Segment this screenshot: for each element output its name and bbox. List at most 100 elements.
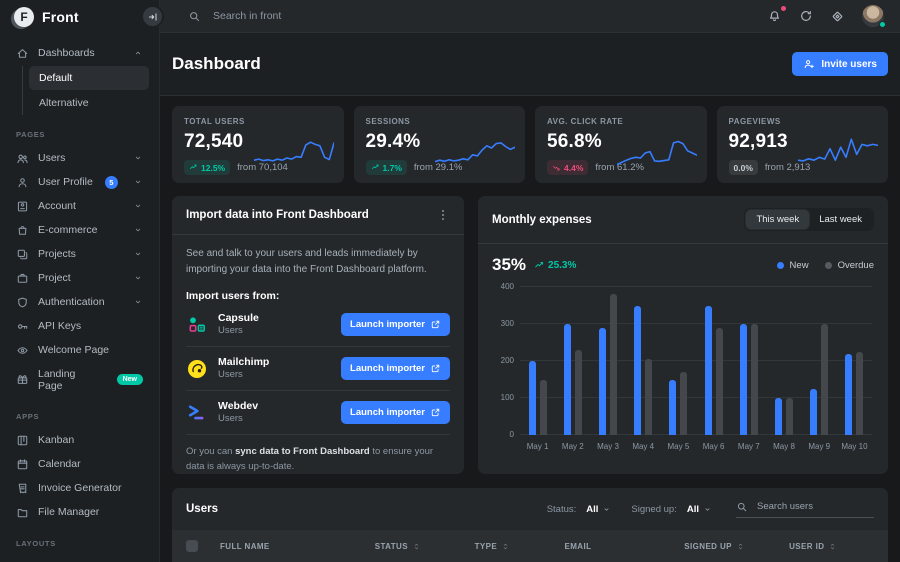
collapse-sidebar-icon — [147, 11, 159, 23]
column-header-status[interactable]: STATUS — [375, 542, 475, 551]
stat-card-sessions[interactable]: SESSIONS 29.4% 1.7% from 29.1% — [354, 106, 526, 183]
capsule-logo — [186, 314, 208, 336]
sidebar-item-label: Dashboards — [38, 47, 95, 59]
sidebar-item-landing-page[interactable]: Landing Page New — [10, 362, 149, 397]
webdev-logo — [186, 402, 208, 424]
chevron-down-icon — [703, 505, 712, 514]
sidebar-item-api-keys[interactable]: API Keys — [10, 314, 149, 338]
column-header-type[interactable]: TYPE — [475, 542, 565, 551]
receipt-icon — [16, 482, 29, 495]
column-header-full-name: FULL NAME — [220, 542, 375, 551]
sidebar-submenu: DefaultAlternative — [22, 66, 149, 115]
column-label: TYPE — [475, 542, 498, 551]
toggle-this-week[interactable]: This week — [746, 210, 809, 229]
users-table-card: Users Status: All Signed up: All — [172, 488, 888, 562]
legend-item-overdue[interactable]: Overdue — [825, 260, 874, 271]
legend-dot-icon — [825, 262, 832, 269]
sidebar-item-label: Welcome Page — [38, 344, 109, 356]
x-axis-label: May 6 — [696, 442, 731, 451]
status-filter-dropdown[interactable]: All — [584, 504, 613, 515]
bell-icon — [767, 9, 782, 24]
invite-users-button[interactable]: Invite users — [792, 52, 888, 76]
sidebar-item-layouts[interactable]: Layouts — [10, 555, 149, 562]
sidebar-item-label: File Manager — [38, 506, 99, 518]
launch-importer-button-capsule[interactable]: Launch importer — [341, 313, 450, 336]
sidebar-item-account[interactable]: Account — [10, 194, 149, 218]
import-description: See and talk to your users and leads imm… — [186, 246, 450, 277]
apps-launcher-button[interactable] — [830, 9, 845, 24]
import-footer: Or you can sync data to Front Dashboard … — [186, 435, 450, 474]
column-header-user-id[interactable]: USER ID — [789, 542, 874, 551]
global-search[interactable] — [188, 9, 767, 23]
stat-card-pageviews[interactable]: PAGEVIEWS 92,913 0.0% from 2,913 — [717, 106, 889, 183]
gift-icon — [16, 373, 29, 386]
chevron-down-icon — [133, 273, 143, 283]
toggle-last-week[interactable]: Last week — [809, 210, 872, 229]
brand-logo[interactable]: F Front — [0, 0, 159, 33]
search-icon — [736, 501, 748, 513]
sidebar-item-project[interactable]: Project — [10, 266, 149, 290]
user-avatar[interactable] — [862, 5, 884, 27]
x-axis-label: May 10 — [837, 442, 872, 451]
briefcase-icon — [16, 272, 29, 285]
activity-refresh-button[interactable] — [799, 9, 813, 23]
user-icon — [16, 176, 29, 189]
bar-group-may-1 — [529, 287, 547, 435]
sort-icon — [736, 542, 745, 551]
sidebar-item-file-manager[interactable]: File Manager — [10, 500, 149, 524]
folder-icon — [16, 506, 29, 519]
sidebar-item-label: E-commerce — [38, 224, 98, 236]
sidebar-item-welcome-page[interactable]: Welcome Page — [10, 338, 149, 362]
legend-dot-icon — [777, 262, 784, 269]
global-search-input[interactable] — [211, 9, 411, 23]
launch-importer-button-mailchimp[interactable]: Launch importer — [341, 357, 450, 380]
sidebar-item-calendar[interactable]: Calendar — [10, 452, 149, 476]
y-axis-tick: 100 — [494, 393, 514, 402]
sort-icon — [828, 542, 837, 551]
sidebar-item-kanban[interactable]: Kanban — [10, 428, 149, 452]
signedup-filter-dropdown[interactable]: All — [685, 504, 714, 515]
import-sources-list: Capsule Users Launch importer Mailchimp … — [186, 303, 450, 435]
eye-icon — [16, 344, 29, 357]
nav-section-apps: APPS — [16, 412, 143, 421]
bar-group-may-7 — [740, 287, 758, 435]
card-menu-button[interactable] — [436, 208, 450, 222]
sidebar-item-label: Users — [38, 152, 65, 164]
notification-dot — [781, 6, 786, 11]
column-header-signed-up[interactable]: SIGNED UP — [684, 542, 789, 551]
bar-new — [599, 328, 606, 435]
chart-x-labels: May 1May 2May 3May 4May 5May 6May 7May 8… — [520, 442, 872, 451]
sidebar-item-users[interactable]: Users — [10, 146, 149, 170]
sidebar-item-authentication[interactable]: Authentication — [10, 290, 149, 314]
x-axis-label: May 1 — [520, 442, 555, 451]
legend-label: Overdue — [838, 260, 874, 271]
stat-card-avg-click-rate[interactable]: AVG. CLICK RATE 56.8% 4.4% from 61.2% — [535, 106, 707, 183]
launch-importer-label: Launch importer — [350, 407, 425, 418]
sidebar-item-user-profile[interactable]: User Profile 5 — [10, 170, 149, 194]
select-all-checkbox[interactable] — [186, 540, 198, 552]
y-axis-tick: 300 — [494, 319, 514, 328]
users-search-input[interactable] — [755, 500, 874, 513]
x-axis-label: May 2 — [555, 442, 590, 451]
sidebar-item-invoice-generator[interactable]: Invoice Generator — [10, 476, 149, 500]
stat-card-total-users[interactable]: TOTAL USERS 72,540 12.5% from 70,104 — [172, 106, 344, 183]
y-axis-tick: 0 — [494, 430, 514, 439]
bar-group-may-9 — [810, 287, 828, 435]
launch-importer-label: Launch importer — [350, 363, 425, 374]
sidebar-item-e-commerce[interactable]: E-commerce — [10, 218, 149, 242]
x-axis-label: May 8 — [766, 442, 801, 451]
sidebar-collapse-button[interactable] — [141, 5, 164, 28]
legend-item-new[interactable]: New — [777, 260, 809, 271]
notifications-button[interactable] — [767, 9, 782, 24]
sidebar-item-dashboards[interactable]: Dashboards — [10, 41, 149, 65]
sidebar-item-label: Account — [38, 200, 76, 212]
sidebar-item-projects[interactable]: Projects — [10, 242, 149, 266]
sync-data-link[interactable]: sync data to Front Dashboard — [235, 446, 370, 457]
sidebar-subitem-default[interactable]: Default — [29, 66, 149, 90]
users-search[interactable] — [736, 500, 874, 518]
import-data-card: Import data into Front Dashboard See and… — [172, 196, 464, 474]
change-badge: 4.4% — [547, 160, 588, 175]
sidebar-subitem-alternative[interactable]: Alternative — [29, 91, 149, 115]
launch-importer-button-webdev[interactable]: Launch importer — [341, 401, 450, 424]
signedup-filter-label: Signed up: — [631, 504, 676, 515]
